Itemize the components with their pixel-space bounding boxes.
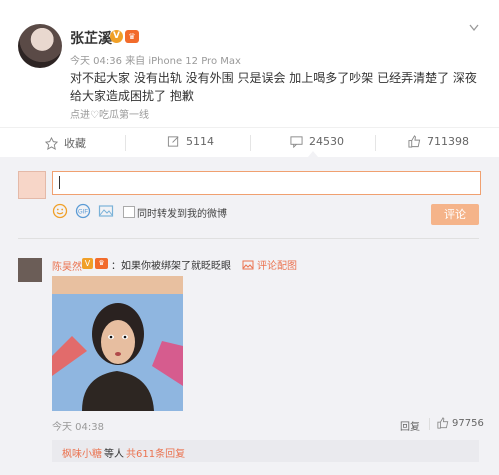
verified-badge-icon: V: [82, 258, 93, 269]
svg-text:GIF: GIF: [78, 210, 88, 216]
vip-crown-icon: ♛: [125, 30, 139, 43]
star-icon: [45, 136, 58, 150]
image-icon[interactable]: [98, 203, 114, 219]
comment-action-separator: [429, 418, 430, 430]
reply-button[interactable]: 回复: [400, 418, 420, 433]
post-text: 对不起大家 没有出轨 没有外围 只是误会 加上喝多了吵架 已经弄清楚了 深夜给大…: [70, 71, 477, 103]
more-replies-box: 枫味小糖 等人 共611条回复: [52, 440, 479, 462]
repost-checkbox-label: 同时转发到我的微博: [137, 209, 227, 220]
submit-comment-button[interactable]: 评论: [431, 204, 479, 225]
emoji-icon[interactable]: [52, 203, 68, 219]
source-link[interactable]: 点进♡吃瓜第一线: [70, 106, 149, 121]
repost-count: 5114: [186, 135, 214, 148]
repost-button[interactable]: 5114: [167, 135, 214, 148]
vip-crown-icon: ♛: [95, 258, 108, 269]
repost-icon: [167, 136, 179, 147]
like-button[interactable]: 711398: [408, 135, 469, 148]
verified-badge-icon: V: [110, 30, 123, 43]
comment-input[interactable]: [52, 171, 481, 195]
favorite-button[interactable]: 收藏: [45, 135, 86, 151]
post-meta: 今天 04:36 来自 iPhone 12 Pro Max: [70, 52, 241, 67]
action-separator: [125, 135, 126, 151]
my-avatar[interactable]: [18, 171, 46, 199]
comment-text: ：如果你被绑架了就眨眨眼: [111, 261, 231, 272]
author-name[interactable]: 张芷溪: [70, 28, 112, 48]
post-source: 来自 iPhone 12 Pro Max: [125, 56, 241, 67]
more-replies-text: 等人: [104, 449, 124, 460]
text-caret: [59, 176, 60, 189]
post-time[interactable]: 今天 04:36: [70, 56, 122, 67]
post-card: 张芷溪 V ♛ 今天 04:36 来自 iPhone 12 Pro Max 对不…: [0, 0, 499, 127]
comment-photo[interactable]: [52, 276, 183, 411]
author-avatar[interactable]: [18, 24, 62, 68]
comment-button[interactable]: 24530: [290, 135, 344, 148]
repost-checkbox[interactable]: [123, 206, 135, 218]
image-icon: [242, 260, 254, 269]
like-count: 711398: [427, 135, 469, 148]
action-separator: [375, 135, 376, 151]
comment-icon: [290, 136, 303, 148]
comment-image-link-label: 评论配图: [257, 261, 297, 272]
comment-like-button[interactable]: 97756: [437, 417, 484, 429]
commenter-name[interactable]: 陈昊然: [52, 258, 82, 273]
thumbs-up-icon: [408, 135, 421, 148]
reply-user-link[interactable]: 枫味小糖: [62, 445, 102, 460]
comment-like-count: 97756: [452, 417, 484, 429]
comment-time: 今天 04:38: [52, 422, 104, 433]
action-separator: [250, 135, 251, 151]
gif-icon[interactable]: GIF: [75, 203, 91, 219]
comment-count: 24530: [309, 135, 344, 148]
favorite-label: 收藏: [64, 137, 86, 150]
more-replies-link[interactable]: 共611条回复: [126, 445, 185, 460]
thumbs-up-icon: [437, 417, 449, 429]
action-bar: 收藏 5114 24530 711398: [0, 127, 499, 159]
chevron-down-icon[interactable]: [469, 24, 479, 32]
comment-image-link[interactable]: 评论配图: [242, 257, 297, 272]
divider: [18, 238, 479, 239]
commenter-avatar[interactable]: [18, 258, 42, 282]
